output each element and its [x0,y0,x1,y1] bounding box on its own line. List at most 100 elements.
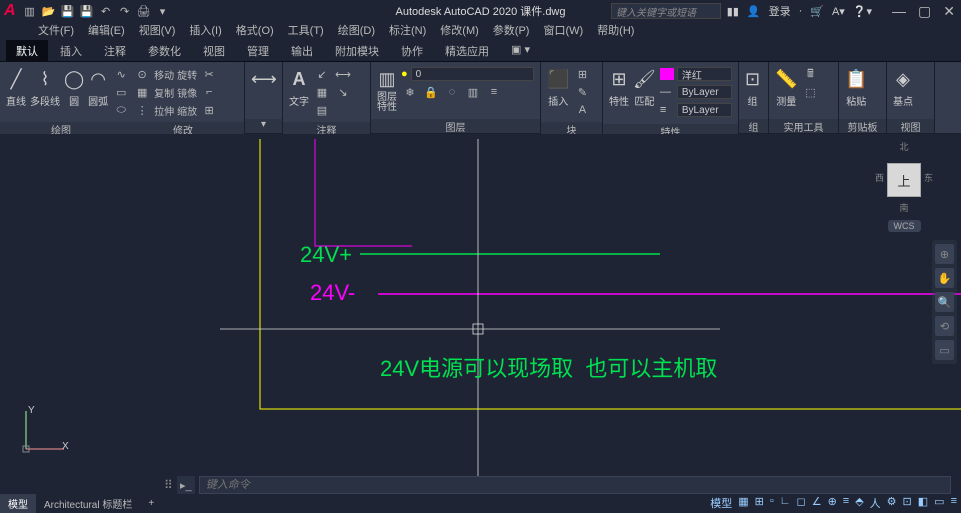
row1a[interactable]: 移动 [154,66,174,82]
layer-off-icon[interactable]: ◌ [443,84,461,100]
login-button[interactable]: 登录 [769,3,791,19]
qat-save-icon[interactable]: 💾 [60,3,76,19]
table-icon[interactable]: ▦ [313,84,331,100]
paste-button[interactable]: 📋粘贴 [845,66,867,108]
menu-标注(N)[interactable]: 标注(N) [389,22,426,40]
more-icon[interactable]: ⋮ [133,102,151,118]
match-props-button[interactable]: 🖌匹配 [633,66,656,108]
qat-undo-icon[interactable]: ↶ [98,3,114,19]
nav-showmotion-icon[interactable]: ▭ [935,340,954,360]
fillet-icon[interactable]: ⌐ [200,84,218,100]
menu-参数(P)[interactable]: 参数(P) [493,22,530,40]
dyn-toggle-icon[interactable]: ⊕ [828,495,837,511]
search-input[interactable]: 键入关键字或短语 [611,3,721,19]
color-swatch[interactable] [660,68,674,80]
viewcube-north[interactable]: 北 [875,140,933,153]
trim-icon[interactable]: ✂ [200,66,218,82]
hatch-icon[interactable]: ▦ [133,84,151,100]
lwt-toggle-icon[interactable]: ≡ [843,495,849,511]
hatch2-icon[interactable]: ▤ [313,102,331,118]
menu-插入(I)[interactable]: 插入(I) [189,22,221,40]
user-icon[interactable]: 👤 [747,5,761,18]
tab-协作[interactable]: 协作 [391,40,433,61]
close-icon[interactable]: ✕ [943,3,955,20]
viewcube-east[interactable]: 东 [924,171,933,184]
menu-文件(F)[interactable]: 文件(F) [38,22,74,40]
cmdline-prompt-icon[interactable]: ▸_ [177,476,195,494]
info-center-icon[interactable]: ▮▮ [727,5,739,18]
row3a[interactable]: 拉伸 [154,102,174,118]
menu-工具(T)[interactable]: 工具(T) [288,22,324,40]
command-input[interactable] [199,476,951,494]
viewcube[interactable]: 北 西 上 东 南 WCS [875,140,933,220]
nav-wheel-icon[interactable]: ⊕ [935,244,954,264]
tab-视图[interactable]: 视图 [193,40,235,61]
row2b[interactable]: 镜像 [177,84,197,100]
layout-tab-模型[interactable]: 模型 [0,494,36,513]
tab-管理[interactable]: 管理 [237,40,279,61]
qat-print-icon[interactable]: 🖨 [136,3,152,19]
lineweight-combo[interactable]: ByLayer [677,103,732,117]
custom-icon[interactable]: ≡ [951,495,957,511]
layer-props-button[interactable]: ▥图层 特性 [377,66,397,113]
qat-new-icon[interactable]: ▥ [22,3,38,19]
block-create-icon[interactable]: ⊞ [573,66,591,82]
base-button[interactable]: ◈基点 [893,66,913,108]
layout-tab-Architectural 标题栏[interactable]: Architectural 标题栏 [36,494,140,513]
color-combo[interactable]: 洋红 [677,67,732,81]
row1b[interactable]: 旋转 [177,66,197,82]
mleader-icon[interactable]: ↘ [334,84,352,100]
snap-toggle-icon[interactable]: ▫ [770,495,774,511]
nav-pan-icon[interactable]: ✋ [935,268,954,288]
layer-on-icon[interactable]: ● [401,68,408,80]
clean-icon[interactable]: ▭ [934,495,944,511]
row3b[interactable]: 缩放 [177,102,197,118]
offset-icon[interactable]: ⊙ [133,66,151,82]
nav-orbit-icon[interactable]: ⟲ [935,316,954,336]
text-button[interactable]: A文字 [289,66,309,108]
grid-toggle-icon[interactable]: ▦ [738,495,748,511]
menu-窗口(W)[interactable]: 窗口(W) [543,22,583,40]
ortho-toggle-icon[interactable]: ⊞ [755,495,764,511]
cart-icon[interactable]: 🛒 [810,5,824,18]
polyline-button[interactable]: ⌇多段线 [30,66,60,108]
rect-icon[interactable]: ▭ [112,84,130,100]
viewcube-south[interactable]: 南 [875,201,933,214]
help-icon[interactable]: ❔▾ [853,5,872,18]
tab-附加模块[interactable]: 附加模块 [325,40,389,61]
scale-toggle-icon[interactable]: 人 [870,495,881,511]
otrack-toggle-icon[interactable]: ∠ [812,495,822,511]
spline-icon[interactable]: ∿ [112,66,130,82]
menu-修改(M)[interactable]: 修改(M) [440,22,479,40]
hardware-icon[interactable]: ⊡ [903,495,912,511]
minimize-icon[interactable]: — [892,3,906,20]
qat-redo-icon[interactable]: ↷ [117,3,133,19]
tab-插入[interactable]: 插入 [50,40,92,61]
tab-注释[interactable]: 注释 [94,40,136,61]
tab-默认[interactable]: 默认 [6,40,48,61]
block-attr-icon[interactable]: A [573,102,591,118]
props-button[interactable]: ⊞特性 [609,66,629,108]
row2a[interactable]: 复制 [154,84,174,100]
status-model[interactable]: 模型 [710,495,732,511]
ellipse-icon[interactable]: ⬭ [112,102,130,118]
dim-button[interactable]: ⟷ [251,66,277,92]
ws-toggle-icon[interactable]: ⚙ [887,495,897,511]
qat-open-icon[interactable]: 📂 [41,3,57,19]
circle-button[interactable]: ◯圆 [64,66,84,108]
menu-绘图(D)[interactable]: 绘图(D) [338,22,375,40]
block-edit-icon[interactable]: ✎ [573,84,591,100]
iso-icon[interactable]: ◧ [918,495,928,511]
tab-精选应用[interactable]: 精选应用 [435,40,499,61]
tab-输出[interactable]: 输出 [281,40,323,61]
layer-lock-icon[interactable]: 🔒 [422,84,440,100]
ribbon-expand-icon[interactable]: ▣ ▾ [501,40,540,61]
layer-freeze-icon[interactable]: ❄ [401,84,419,100]
maximize-icon[interactable]: ▢ [918,3,931,20]
measure-button[interactable]: 📏测量 [775,66,797,108]
qat-saveas-icon[interactable]: 💾 [79,3,95,19]
anno-toggle-icon[interactable]: ⬘ [855,495,863,511]
qat-more-icon[interactable]: ▾ [155,3,171,19]
menu-帮助(H)[interactable]: 帮助(H) [597,22,634,40]
polar-toggle-icon[interactable]: ∟ [780,495,791,511]
